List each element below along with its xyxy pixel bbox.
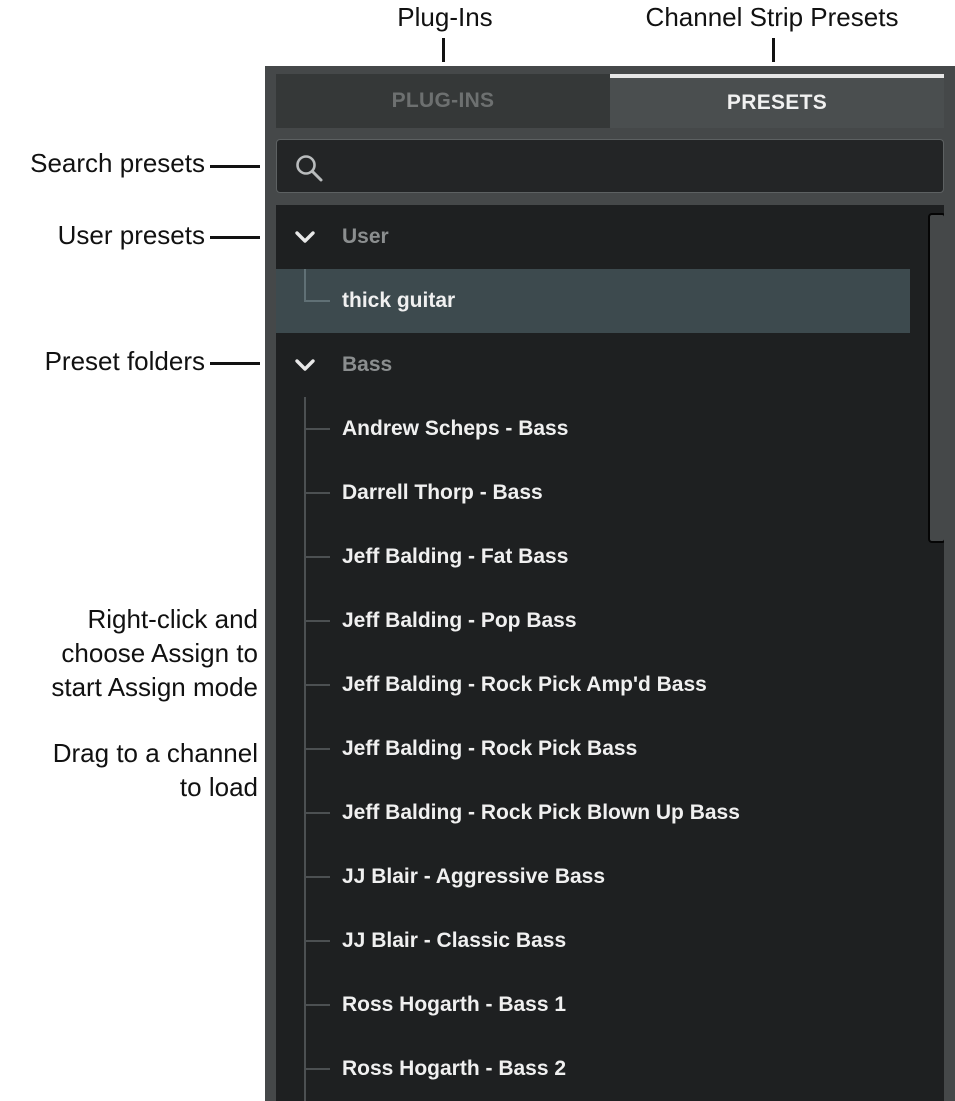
preset-item[interactable]: JJ Blair - Classic Bass bbox=[276, 909, 910, 973]
preset-item[interactable]: Jeff Balding - Pop Bass bbox=[276, 589, 910, 653]
search-input[interactable] bbox=[335, 148, 929, 186]
callout-drag-line-2: to load bbox=[179, 772, 258, 802]
tree-branch bbox=[304, 684, 330, 686]
tree-branch bbox=[304, 620, 330, 622]
tree-branch bbox=[304, 876, 330, 878]
preset-item[interactable]: Jeff Balding - Rock Pick Bass bbox=[276, 717, 910, 781]
tree-branch bbox=[304, 748, 330, 750]
leader-plugins bbox=[442, 38, 445, 62]
tree-connector bbox=[304, 269, 306, 301]
chevron-down-icon[interactable] bbox=[292, 353, 318, 377]
callout-search-presets: Search presets bbox=[30, 148, 205, 178]
leader-search-presets bbox=[210, 165, 260, 168]
preset-label: Darrell Thorp - Bass bbox=[342, 481, 543, 504]
leader-preset-folders bbox=[210, 362, 260, 365]
preset-list[interactable]: User thick guitar Bass Andrew Scheps - B… bbox=[276, 205, 944, 1101]
callout-assign-line-2: choose Assign to bbox=[61, 638, 258, 668]
preset-label: Jeff Balding - Rock Pick Bass bbox=[342, 737, 638, 760]
folder-label: User bbox=[342, 225, 389, 248]
preset-label: Jeff Balding - Rock Pick Amp'd Bass bbox=[342, 673, 707, 696]
preset-label: thick guitar bbox=[342, 289, 456, 312]
tree-branch bbox=[304, 300, 330, 302]
preset-label: Jeff Balding - Rock Pick Blown Up Bass bbox=[342, 801, 740, 824]
folder-bass[interactable]: Bass bbox=[276, 333, 910, 397]
tree-branch bbox=[304, 1004, 330, 1006]
tree-branch bbox=[304, 940, 330, 942]
preset-item[interactable]: Darrell Thorp - Bass bbox=[276, 461, 910, 525]
preset-item[interactable]: Andrew Scheps - Bass bbox=[276, 397, 910, 461]
preset-label: Andrew Scheps - Bass bbox=[342, 417, 569, 440]
preset-label: JJ Blair - Classic Bass bbox=[342, 929, 567, 952]
leader-channel-strip-presets bbox=[772, 38, 775, 62]
leader-user-presets bbox=[210, 236, 260, 239]
preset-item[interactable]: JJ Blair - Aggressive Bass bbox=[276, 845, 910, 909]
preset-item-thick-guitar[interactable]: thick guitar bbox=[276, 269, 910, 333]
tree-branch bbox=[304, 556, 330, 558]
tree-branch bbox=[304, 812, 330, 814]
callout-channel-strip-presets: Channel Strip Presets bbox=[645, 2, 899, 32]
callout-plugins: Plug-Ins bbox=[397, 2, 493, 32]
tree-branch bbox=[304, 1068, 330, 1070]
folder-user[interactable]: User bbox=[276, 205, 910, 269]
preset-item[interactable]: Ross Hogarth - Bass 1 bbox=[276, 973, 910, 1037]
preset-item[interactable]: Jeff Balding - Rock Pick Amp'd Bass bbox=[276, 653, 910, 717]
tab-plugins[interactable]: PLUG-INS bbox=[276, 74, 610, 128]
search-box[interactable] bbox=[276, 139, 944, 193]
callout-drag: Drag to a channel to load bbox=[0, 736, 258, 804]
callout-drag-line-1: Drag to a channel bbox=[52, 738, 258, 768]
preset-item[interactable]: Ross Hogarth - Bass 2 bbox=[276, 1037, 910, 1101]
callout-assign-line-3: start Assign mode bbox=[51, 672, 258, 702]
presets-panel: PLUG-INS PRESETS User thick guitar Bass bbox=[265, 66, 955, 1101]
preset-label: Ross Hogarth - Bass 1 bbox=[342, 993, 567, 1016]
tree-branch bbox=[304, 492, 330, 494]
callout-preset-folders: Preset folders bbox=[44, 346, 205, 376]
preset-item[interactable]: Jeff Balding - Fat Bass bbox=[276, 525, 910, 589]
callout-assign: Right-click and choose Assign to start A… bbox=[0, 602, 258, 704]
callout-user-presets: User presets bbox=[57, 220, 205, 250]
preset-label: Jeff Balding - Fat Bass bbox=[342, 545, 569, 568]
tab-bar: PLUG-INS PRESETS bbox=[276, 74, 944, 128]
callout-assign-line-1: Right-click and bbox=[87, 604, 258, 634]
preset-label: Jeff Balding - Pop Bass bbox=[342, 609, 577, 632]
chevron-down-icon[interactable] bbox=[292, 225, 318, 249]
preset-label: Ross Hogarth - Bass 2 bbox=[342, 1057, 567, 1080]
tree-branch bbox=[304, 428, 330, 430]
tab-presets[interactable]: PRESETS bbox=[610, 74, 944, 128]
folder-label: Bass bbox=[342, 353, 393, 376]
preset-item[interactable]: Jeff Balding - Rock Pick Blown Up Bass bbox=[276, 781, 910, 845]
search-icon bbox=[296, 155, 323, 182]
preset-label: JJ Blair - Aggressive Bass bbox=[342, 865, 606, 888]
scrollbar-thumb[interactable] bbox=[928, 213, 944, 543]
